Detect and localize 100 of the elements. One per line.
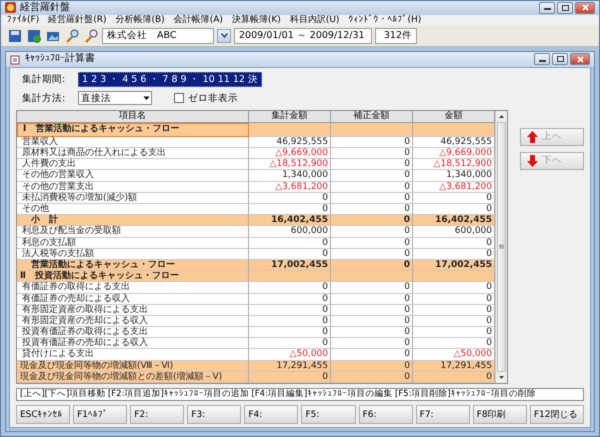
close-button[interactable] xyxy=(575,2,595,14)
function-key-button[interactable]: F3: xyxy=(187,405,242,424)
amount-cell: △9,669,000 xyxy=(249,148,331,160)
amount-cell: △18,512,900 xyxy=(413,159,495,170)
column-header[interactable]: 金額 xyxy=(413,110,495,123)
function-key-button[interactable]: ESCｷｬﾝｾﾙ xyxy=(16,405,70,424)
row-name-cell[interactable]: その他の営業支出 xyxy=(17,182,249,193)
amount-cell: 17,291,455 xyxy=(249,360,331,372)
row-name-cell[interactable]: その他の営業収入 xyxy=(17,170,249,182)
amount-cell: 0 xyxy=(331,372,413,383)
menu-item[interactable]: ｳｨﾝﾄﾞｳ・ﾍﾙﾌﾟ(H) xyxy=(348,14,422,26)
company-field[interactable]: 株式会社 ABC xyxy=(102,28,214,44)
amount-cell: △18,512,900 xyxy=(249,159,331,170)
column-header[interactable]: 集計金額 xyxy=(249,110,331,123)
amount-cell: 17,002,455 xyxy=(249,260,331,272)
amount-cell: △50,000 xyxy=(249,349,331,361)
amount-cell: 0 xyxy=(249,204,331,216)
amount-cell: 0 xyxy=(413,238,495,249)
function-key-button[interactable]: F4: xyxy=(244,405,298,424)
window-title: 経営羅針盤 xyxy=(20,2,70,14)
close-button[interactable] xyxy=(570,53,590,66)
row-name-cell[interactable]: 利息及び配当金の受取額 xyxy=(17,226,249,238)
function-key-button[interactable]: F7: xyxy=(416,405,470,424)
row-name-cell[interactable]: 利息の支払額 xyxy=(17,238,249,249)
amount-cell: 0 xyxy=(413,372,495,383)
row-name-cell[interactable]: 有価証券の売却による収入 xyxy=(17,294,249,305)
scrollbar[interactable] xyxy=(495,110,507,383)
period-label: 集計期間: xyxy=(22,72,66,86)
row-name-cell[interactable]: 人件費の支出 xyxy=(17,159,249,170)
row-name-cell[interactable]: その他 xyxy=(17,204,249,216)
row-name-cell[interactable]: 法人税等の支払額 xyxy=(17,248,249,260)
checkbox-label: ゼロ非表示 xyxy=(188,92,238,105)
menu-item[interactable]: 経営羅針盤(R) xyxy=(48,14,106,26)
amount-cell: 0 xyxy=(331,136,413,148)
function-key-button[interactable]: F12閉じる xyxy=(530,405,584,424)
row-name-cell[interactable]: 現金及び現金同等物の増減額(Ⅷ－Ⅵ) xyxy=(17,360,249,372)
function-key-button[interactable]: F8印刷 xyxy=(472,405,527,424)
amount-cell: 0 xyxy=(331,349,413,361)
function-key-button[interactable]: F5: xyxy=(301,405,356,424)
child-window-title: ｷｬｯｼｭﾌﾛｰ計算書 xyxy=(25,53,95,66)
amount-cell: 1,340,000 xyxy=(249,170,331,182)
row-name-cell[interactable]: 投資有価証券の取得による支出 xyxy=(17,327,249,338)
amount-cell: 16,402,455 xyxy=(413,215,495,226)
amount-cell: 600,000 xyxy=(249,226,331,238)
minimize-button[interactable] xyxy=(539,2,555,14)
amount-cell: △3,681,200 xyxy=(413,182,495,193)
hint-text: [上へ][下へ]項目移動 [F2:項目追加]ｷｬｯｼｭﾌﾛｰ項目の追加 [F4:項目編集]ｷｬｯｼｭﾌﾛｰ項目の編集 [F5:項目削除]ｷｬｯｼｭﾌﾛｰ項目の削除 xyxy=(16,388,584,401)
amount-cell: 0 xyxy=(331,327,413,338)
row-name-cell[interactable]: 現金及び現金同等物の増減額との差額(増減額－Ⅴ) xyxy=(17,372,249,383)
menu-item[interactable]: 決算帳簿(K) xyxy=(232,14,281,26)
column-header[interactable]: 項目名 xyxy=(17,110,249,123)
menu-item[interactable]: 会計帳簿(A) xyxy=(174,14,223,26)
amount-cell: 0 xyxy=(331,260,413,272)
amount-cell: 0 xyxy=(413,282,495,294)
row-name-cell[interactable]: Ⅱ 投資活動によるキャッシュ・フロー xyxy=(17,271,249,282)
amount-cell: △9,669,000 xyxy=(413,148,495,160)
amount-cell: 0 xyxy=(413,338,495,350)
menu-item[interactable]: 科目内訳(U) xyxy=(290,14,340,26)
amount-cell: 0 xyxy=(413,294,495,305)
close-icon xyxy=(582,4,588,12)
row-name-cell[interactable]: 営業収入 xyxy=(17,136,249,148)
date-range-field[interactable]: 2009/01/01 ～ 2009/12/31 xyxy=(234,28,372,44)
amount-cell: 0 xyxy=(249,316,331,328)
amount-cell: 0 xyxy=(413,248,495,260)
amount-cell: 0 xyxy=(249,338,331,350)
maximize-button[interactable] xyxy=(557,2,573,14)
amount-cell: 0 xyxy=(331,204,413,216)
row-name-cell[interactable]: 未払消費税等の増加(減少)額 xyxy=(17,192,249,204)
amount-cell: 0 xyxy=(331,148,413,160)
menu-item[interactable]: 分析帳簿(B) xyxy=(115,14,165,26)
save-icon[interactable] xyxy=(7,28,23,44)
checkbox[interactable] xyxy=(174,93,184,104)
amount-cell: 46,925,555 xyxy=(249,136,331,148)
row-name-cell[interactable]: 小 計 xyxy=(17,215,249,226)
document-icon xyxy=(10,54,21,65)
amount-cell: 16,402,455 xyxy=(249,215,331,226)
magnifier-icon[interactable] xyxy=(83,28,99,44)
row-name-cell[interactable]: 原材料又は商品の仕入れによる支出 xyxy=(17,148,249,160)
maximize-button[interactable] xyxy=(552,53,568,66)
row-name-cell[interactable]: 投資有価証券の売却による収入 xyxy=(17,338,249,350)
column-header[interactable]: 補正金額 xyxy=(331,110,413,123)
amount-cell: 0 xyxy=(331,282,413,294)
period-field[interactable]: 1 2 3 ・ 4 5 6 ・ 7 8 9 ・ 10 11 12 決 xyxy=(78,72,262,87)
amount-cell: 0 xyxy=(413,204,495,216)
function-key-button[interactable]: F1ﾍﾙﾌﾟ xyxy=(73,405,128,424)
save-icon[interactable] xyxy=(26,28,42,44)
row-name-cell[interactable]: 有形固定資産の取得による支出 xyxy=(17,304,249,316)
row-name-cell[interactable]: 営業活動によるキャッシュ・フロー xyxy=(17,260,249,272)
row-name-cell[interactable]: Ⅰ 営業活動によるキャッシュ・フロー xyxy=(17,122,249,137)
dropdown-button[interactable] xyxy=(217,28,231,43)
function-key-button[interactable]: F6: xyxy=(358,405,413,424)
row-name-cell[interactable]: 有形固定資産の売却による収入 xyxy=(17,316,249,328)
function-key-button[interactable]: F2: xyxy=(130,405,184,424)
amount-cell: △3,681,200 xyxy=(249,182,331,193)
menu-item[interactable]: ﾌｧｲﾙ(F) xyxy=(7,14,40,26)
row-name-cell[interactable]: 貸付けによる支出 xyxy=(17,349,249,361)
method-select[interactable]: 直接法 xyxy=(78,91,152,106)
row-name-cell[interactable]: 有価証券の取得による支出 xyxy=(17,282,249,294)
magnifier-icon[interactable] xyxy=(64,28,80,44)
minimize-button[interactable] xyxy=(534,53,550,66)
